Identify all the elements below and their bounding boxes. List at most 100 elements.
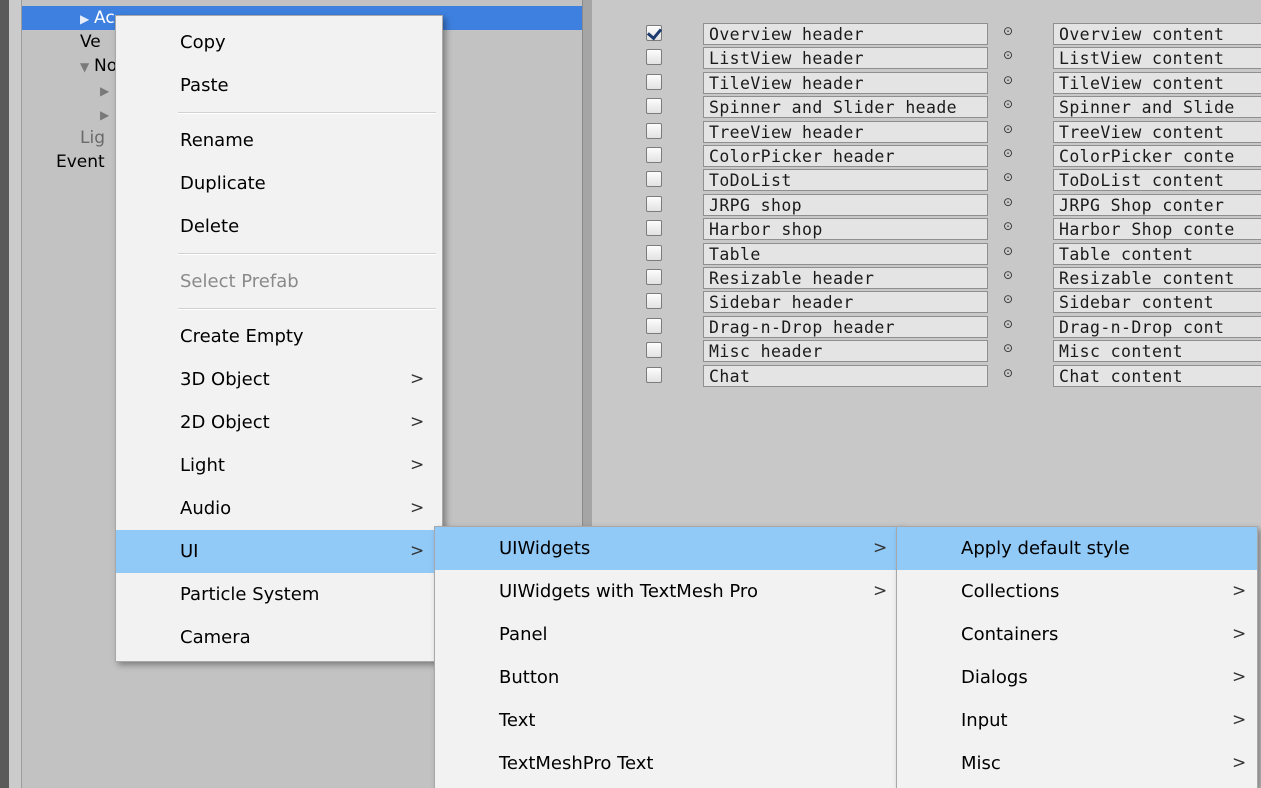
tab-header-field[interactable]: TileView header <box>703 71 988 94</box>
hierarchy-item-label: Ve <box>80 32 101 52</box>
menu-item-rename[interactable]: Rename <box>116 119 442 162</box>
tab-toggle-checkbox[interactable] <box>646 122 662 139</box>
tab-toggle-checkbox[interactable] <box>646 147 662 163</box>
expand-arrow-icon[interactable]: ▶ <box>100 103 114 127</box>
tab-content-field[interactable]: Harbor Shop conte <box>1053 218 1261 241</box>
tab-header-field[interactable]: ColorPicker header <box>703 145 988 167</box>
tab-toggle-checkbox[interactable] <box>646 269 662 285</box>
tab-content-field[interactable]: Misc content <box>1053 340 1261 363</box>
menu-item-camera[interactable]: Camera <box>116 616 442 659</box>
hierarchy-item[interactable]: Event <box>22 150 105 174</box>
tab-header-field[interactable]: Overview header <box>703 23 988 45</box>
tab-toggle-checkbox[interactable] <box>646 366 662 383</box>
tab-toggle-checkbox[interactable] <box>646 73 662 90</box>
menu-item-uiwidgets-with-textmesh-pro[interactable]: UIWidgets with TextMesh Pro > <box>435 570 900 613</box>
object-picker-icon[interactable]: ⊙ <box>1003 97 1013 111</box>
tab-toggle-checkbox[interactable] <box>646 342 662 359</box>
tab-toggle-checkbox[interactable] <box>646 220 662 237</box>
tab-content-field[interactable]: ListView content <box>1053 47 1261 70</box>
menu-item-label: Audio <box>180 498 232 519</box>
menu-item-uiwidgets[interactable]: UIWidgets > <box>435 527 900 570</box>
menu-item-duplicate[interactable]: Duplicate <box>116 162 442 205</box>
object-picker-icon[interactable]: ⊙ <box>1003 219 1013 233</box>
tab-toggle-checkbox[interactable] <box>646 317 662 334</box>
expand-arrow-icon[interactable]: ▶ <box>80 7 94 31</box>
tab-header-field[interactable]: JRPG shop <box>703 193 988 216</box>
tab-header-field[interactable]: ToDoList <box>703 169 988 192</box>
tab-content-field[interactable]: Resizable content <box>1053 267 1261 289</box>
menu-item-particle-system[interactable]: Particle System <box>116 573 442 616</box>
menu-item-create-empty[interactable]: Create Empty <box>116 315 442 358</box>
tab-content-field[interactable]: Overview content <box>1053 23 1261 45</box>
tab-header-field[interactable]: Table <box>703 242 988 265</box>
tab-toggle-checkbox[interactable] <box>646 49 662 66</box>
tab-content-field[interactable]: ToDoList content <box>1053 169 1261 192</box>
object-picker-icon[interactable]: ⊙ <box>1003 292 1013 306</box>
menu-item-2d-object[interactable]: 2D Object > <box>116 401 442 444</box>
menu-item-label: UIWidgets <box>499 538 591 559</box>
tab-toggle-checkbox[interactable] <box>646 25 662 41</box>
menu-item-misc[interactable]: Misc > <box>897 742 1257 785</box>
menu-item-light[interactable]: Light > <box>116 444 442 487</box>
object-picker-icon[interactable]: ⊙ <box>1003 366 1013 380</box>
menu-item-3d-object[interactable]: 3D Object > <box>116 358 442 401</box>
object-picker-icon[interactable]: ⊙ <box>1003 170 1013 184</box>
tab-header-field[interactable]: Resizable header <box>703 267 988 289</box>
object-picker-icon[interactable]: ⊙ <box>1003 146 1013 160</box>
menu-item-dialogs[interactable]: Dialogs > <box>897 656 1257 699</box>
hierarchy-item[interactable]: ▶I <box>22 102 119 126</box>
expand-arrow-icon[interactable]: ▶ <box>100 79 114 103</box>
tab-toggle-checkbox[interactable] <box>646 293 662 310</box>
menu-item-label: Apply default style <box>961 538 1130 559</box>
tab-content-field[interactable]: ColorPicker conte <box>1053 145 1261 167</box>
menu-item-paste[interactable]: Paste <box>116 64 442 107</box>
object-picker-icon[interactable]: ⊙ <box>1003 48 1013 62</box>
tab-toggle-checkbox[interactable] <box>646 244 662 261</box>
submenu-arrow-icon: > <box>1232 710 1247 730</box>
menu-item-delete[interactable]: Delete <box>116 205 442 248</box>
tab-header-field[interactable]: Drag-n-Drop header <box>703 315 988 338</box>
menu-item-collections[interactable]: Collections > <box>897 570 1257 613</box>
tab-toggle-checkbox[interactable] <box>646 171 662 188</box>
tab-content-field[interactable]: Spinner and Slide <box>1053 96 1261 119</box>
menu-item-copy[interactable]: Copy <box>116 21 442 64</box>
tab-header-field[interactable]: ListView header <box>703 47 988 70</box>
tab-content-field[interactable]: Sidebar content <box>1053 291 1261 314</box>
tab-content-field[interactable]: Table content <box>1053 242 1261 265</box>
tab-header-field[interactable]: Harbor shop <box>703 218 988 241</box>
object-picker-icon[interactable]: ⊙ <box>1003 341 1013 355</box>
tab-header-field[interactable]: Spinner and Slider heade <box>703 96 988 119</box>
hierarchy-item[interactable]: ▼ No <box>22 54 117 78</box>
tab-header-field[interactable]: TreeView header <box>703 120 988 143</box>
object-picker-icon[interactable]: ⊙ <box>1003 195 1013 209</box>
object-picker-icon[interactable]: ⊙ <box>1003 268 1013 282</box>
tab-content-field[interactable]: Chat content <box>1053 364 1261 387</box>
tab-content-field[interactable]: TileView content <box>1053 71 1261 94</box>
tab-toggle-checkbox[interactable] <box>646 98 662 115</box>
object-picker-icon[interactable]: ⊙ <box>1003 24 1013 38</box>
object-picker-icon[interactable]: ⊙ <box>1003 244 1013 258</box>
menu-item-input[interactable]: Input > <box>897 699 1257 742</box>
tab-content-field[interactable]: JRPG Shop conter <box>1053 193 1261 216</box>
expand-arrow-icon[interactable]: ▼ <box>80 55 94 79</box>
tab-header-field[interactable]: Misc header <box>703 340 988 363</box>
menu-item-textmeshpro-text[interactable]: TextMeshPro Text <box>435 742 900 785</box>
hierarchy-item[interactable]: Ve <box>22 30 101 54</box>
object-picker-icon[interactable]: ⊙ <box>1003 122 1013 136</box>
menu-item-button[interactable]: Button <box>435 656 900 699</box>
object-picker-icon[interactable]: ⊙ <box>1003 317 1013 331</box>
menu-item-text[interactable]: Text <box>435 699 900 742</box>
hierarchy-item[interactable]: Lig <box>22 126 105 150</box>
tab-content-field[interactable]: Drag-n-Drop cont <box>1053 315 1261 338</box>
menu-item-panel[interactable]: Panel <box>435 613 900 656</box>
tab-content-field[interactable]: TreeView content <box>1053 120 1261 143</box>
tab-header-field[interactable]: Sidebar header <box>703 291 988 314</box>
menu-item-audio[interactable]: Audio > <box>116 487 442 530</box>
object-picker-icon[interactable]: ⊙ <box>1003 73 1013 87</box>
tab-toggle-checkbox[interactable] <box>646 195 662 212</box>
menu-item-containers[interactable]: Containers > <box>897 613 1257 656</box>
hierarchy-item[interactable]: ▶I <box>22 78 119 102</box>
tab-header-field[interactable]: Chat <box>703 364 988 387</box>
menu-item-ui[interactable]: UI > <box>116 530 442 573</box>
menu-item-apply-default-style[interactable]: Apply default style <box>897 527 1257 570</box>
